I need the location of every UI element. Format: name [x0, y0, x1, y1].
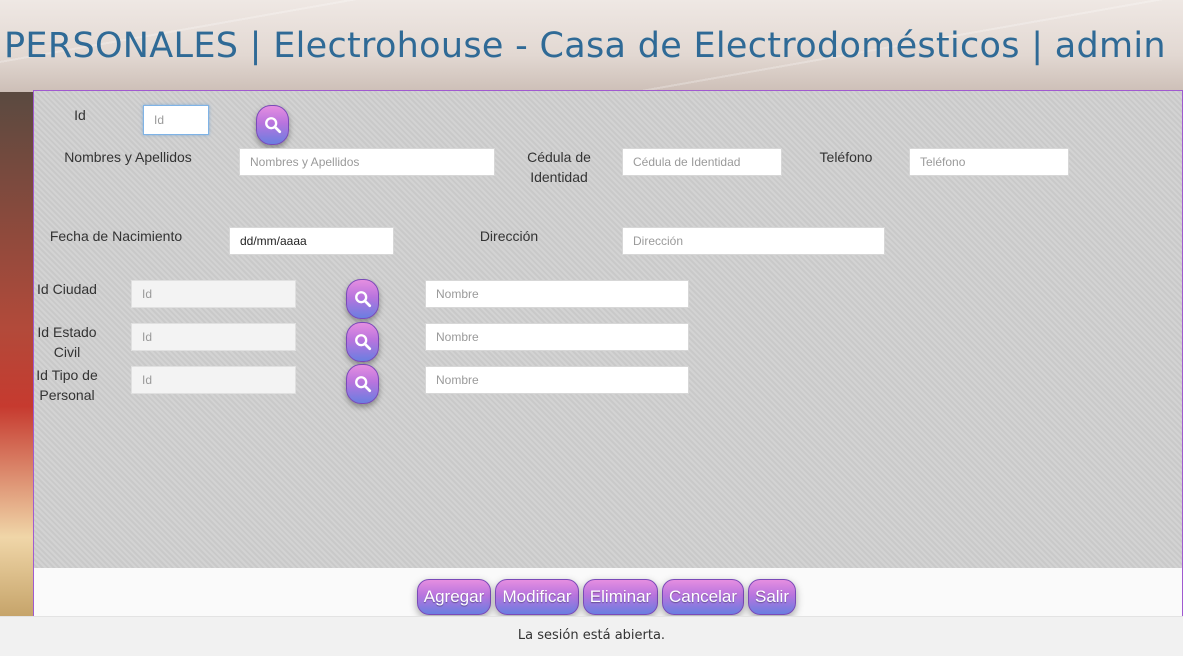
search-icon — [354, 376, 371, 393]
session-status-text: La sesión está abierta. — [517, 628, 666, 643]
nombres-field[interactable] — [239, 148, 495, 176]
search-ciudad-button[interactable] — [346, 279, 379, 319]
ciudad-label: Id Ciudad — [37, 281, 97, 297]
search-icon — [354, 291, 371, 308]
tipo-personal-id-field[interactable] — [131, 366, 296, 394]
ciudad-id-field[interactable] — [131, 280, 296, 308]
salir-button[interactable]: Salir — [748, 579, 796, 615]
modificar-button[interactable]: Modificar — [495, 579, 579, 615]
estado-civil-nombre-field[interactable] — [425, 323, 689, 351]
fecha-nacimiento-field[interactable] — [229, 227, 394, 255]
agregar-button[interactable]: Agregar — [417, 579, 491, 615]
estado-civil-id-field[interactable] — [131, 323, 296, 351]
eliminar-button[interactable]: Eliminar — [583, 579, 658, 615]
search-estado-civil-button[interactable] — [346, 322, 379, 362]
search-id-button[interactable] — [256, 105, 289, 145]
id-label: Id — [74, 107, 86, 123]
telefono-label: Teléfono — [819, 149, 873, 165]
tipo-personal-label: Id Tipo de Personal — [36, 367, 98, 403]
ciudad-nombre-field[interactable] — [425, 280, 689, 308]
page-title: PERSONALES | Electrohouse - Casa de Elec… — [4, 26, 1166, 66]
status-bar: La sesión está abierta. — [0, 616, 1183, 656]
cedula-label: Cédula de Identidad — [527, 149, 591, 185]
search-icon — [264, 117, 281, 134]
id-field[interactable] — [143, 105, 209, 135]
direccion-field[interactable] — [622, 227, 885, 255]
cedula-field[interactable] — [622, 148, 782, 176]
cancelar-button[interactable]: Cancelar — [662, 579, 744, 615]
nombres-label: Nombres y Apellidos — [64, 149, 192, 165]
telefono-field[interactable] — [909, 148, 1069, 176]
search-tipo-personal-button[interactable] — [346, 364, 379, 404]
tipo-personal-nombre-field[interactable] — [425, 366, 689, 394]
fecha-nacimiento-label: Fecha de Nacimiento — [49, 228, 183, 244]
estado-civil-label: Id Estado Civil — [37, 324, 97, 360]
search-icon — [354, 334, 371, 351]
direccion-label: Dirección — [479, 228, 539, 244]
background-left-strip — [0, 92, 34, 616]
